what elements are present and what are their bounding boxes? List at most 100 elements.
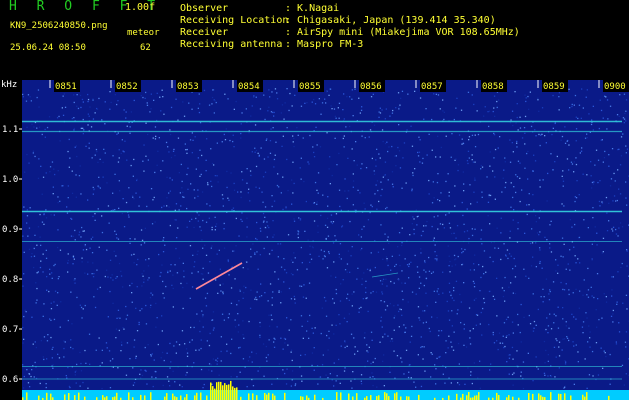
- noise-speck: [260, 230, 262, 232]
- noise-speck: [507, 316, 509, 318]
- observer-label: Observer: [180, 3, 229, 14]
- noise-speck: [453, 232, 455, 234]
- noise-speck: [511, 346, 514, 349]
- noise-speck: [223, 133, 225, 136]
- noise-speck: [92, 236, 94, 238]
- noise-speck: [26, 215, 29, 217]
- noise-speck: [278, 186, 280, 188]
- noise-speck: [443, 118, 445, 121]
- noise-speck: [532, 170, 534, 172]
- noise-speck: [355, 141, 357, 143]
- noise-speck: [335, 324, 337, 326]
- noise-speck: [548, 293, 550, 295]
- noise-speck: [271, 249, 273, 251]
- noise-speck: [335, 276, 337, 278]
- noise-speck: [203, 89, 206, 92]
- noise-speck: [137, 258, 139, 261]
- noise-speck: [222, 291, 224, 293]
- noise-speck: [582, 173, 584, 175]
- noise-speck: [50, 319, 52, 321]
- noise-speck: [398, 279, 400, 281]
- noise-speck: [528, 277, 530, 279]
- noise-speck: [522, 387, 525, 390]
- noise-speck: [459, 293, 461, 296]
- noise-speck: [542, 301, 544, 303]
- noise-speck: [601, 202, 604, 204]
- noise-speck: [117, 238, 120, 240]
- noise-speck: [510, 255, 512, 257]
- noise-speck: [450, 294, 452, 297]
- noise-speck: [46, 289, 48, 291]
- noise-speck: [437, 173, 439, 175]
- noise-speck: [616, 114, 619, 116]
- noise-speck: [83, 230, 85, 232]
- noise-speck: [539, 262, 541, 264]
- noise-speck: [153, 359, 155, 361]
- noise-speck: [547, 172, 549, 175]
- noise-speck: [387, 179, 389, 181]
- noise-speck: [487, 201, 490, 203]
- noise-speck: [546, 239, 548, 241]
- noise-speck: [322, 194, 324, 196]
- noise-speck: [227, 259, 229, 261]
- noise-speck: [625, 373, 627, 375]
- noise-speck: [176, 272, 179, 274]
- noise-speck: [386, 285, 388, 287]
- noise-speck: [231, 266, 233, 268]
- noise-speck: [143, 144, 145, 146]
- noise-speck: [256, 298, 258, 301]
- noise-speck: [247, 360, 250, 362]
- activity-spike: [50, 393, 52, 400]
- noise-speck: [61, 107, 63, 109]
- meteor-label: meteor: [127, 28, 160, 38]
- noise-speck: [28, 373, 30, 375]
- noise-speck: [151, 294, 154, 296]
- noise-speck: [368, 136, 370, 138]
- noise-speck: [544, 374, 546, 376]
- activity-spike: [406, 396, 408, 400]
- noise-speck: [346, 271, 348, 273]
- noise-speck: [331, 108, 333, 110]
- noise-speck: [560, 281, 562, 284]
- noise-speck: [195, 168, 197, 170]
- noise-speck: [102, 176, 104, 178]
- noise-speck: [318, 255, 320, 257]
- noise-speck: [608, 220, 610, 222]
- noise-speck: [343, 146, 345, 148]
- noise-speck: [454, 264, 457, 266]
- noise-speck: [94, 306, 97, 309]
- noise-speck: [442, 292, 444, 294]
- noise-speck: [211, 162, 214, 165]
- noise-speck: [512, 384, 514, 386]
- noise-speck: [566, 158, 569, 160]
- noise-speck: [367, 219, 370, 221]
- noise-speck: [50, 214, 52, 216]
- noise-speck: [44, 128, 46, 131]
- noise-speck: [101, 349, 103, 351]
- noise-speck: [259, 227, 262, 230]
- noise-speck: [66, 212, 69, 214]
- noise-speck: [266, 221, 268, 223]
- noise-speck: [621, 226, 624, 228]
- noise-speck: [608, 202, 610, 204]
- noise-speck: [354, 353, 356, 355]
- noise-speck: [277, 256, 279, 258]
- noise-speck: [438, 293, 440, 295]
- noise-speck: [254, 124, 257, 126]
- noise-speck: [612, 230, 614, 232]
- noise-speck: [212, 89, 214, 91]
- noise-speck: [156, 92, 158, 94]
- noise-speck: [179, 192, 181, 194]
- noise-speck: [625, 181, 627, 183]
- noise-speck: [148, 258, 150, 260]
- noise-speck: [436, 259, 438, 262]
- noise-speck: [284, 342, 286, 344]
- noise-speck: [87, 387, 89, 389]
- noise-speck: [217, 357, 219, 359]
- noise-speck: [524, 132, 526, 134]
- noise-speck: [142, 96, 144, 99]
- noise-speck: [395, 212, 397, 214]
- noise-speck: [114, 94, 116, 96]
- noise-speck: [571, 105, 573, 108]
- noise-speck: [80, 193, 82, 195]
